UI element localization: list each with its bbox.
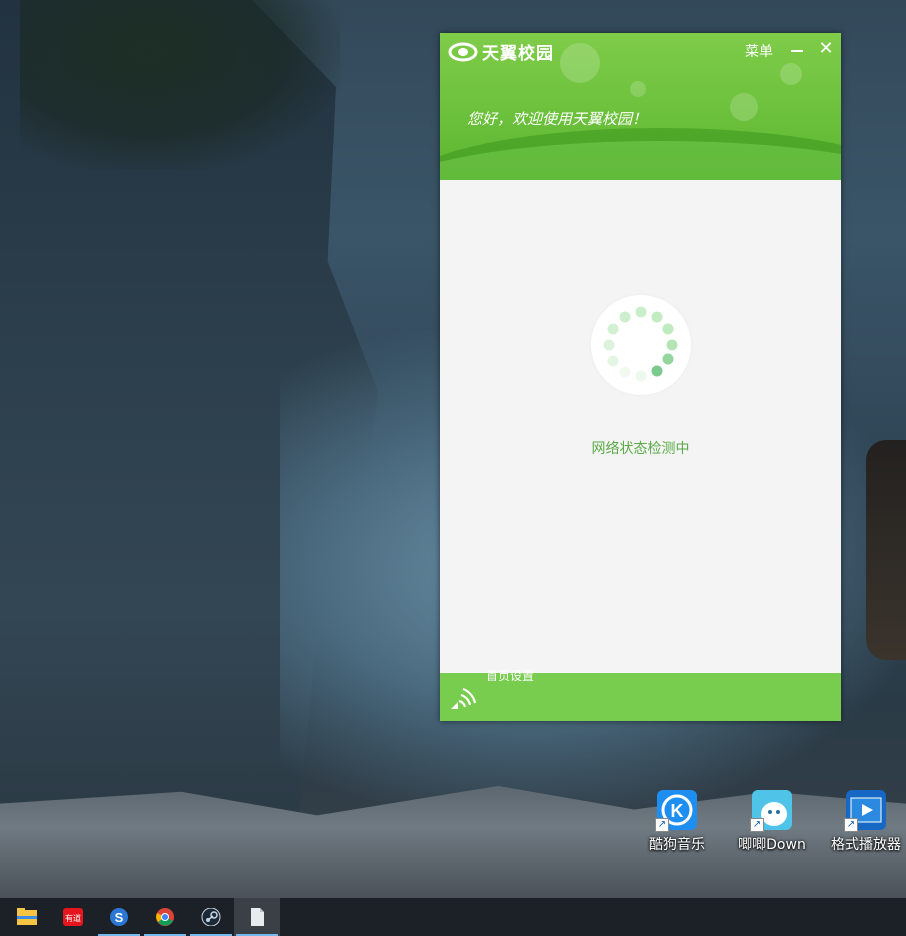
network-status-text: 网络状态检测中	[591, 441, 690, 457]
svg-text:S: S	[115, 910, 124, 925]
svg-text:有道: 有道	[65, 913, 81, 923]
minimize-button[interactable]	[789, 41, 805, 59]
logo-icon	[448, 42, 478, 61]
window-header: 天翼校园 菜单 ✕ 您好，欢迎使用天翼校园！	[440, 33, 841, 180]
chrome-icon	[156, 908, 174, 926]
taskbar-youdao[interactable]: 有道	[50, 898, 96, 936]
desktop-icon-jijidown[interactable]: ↗ 唧唧Down	[727, 790, 817, 862]
document-icon	[251, 908, 264, 926]
homepage-settings-link[interactable]: 首页设置	[486, 667, 534, 681]
welcome-message: 您好，欢迎使用天翼校园！	[467, 110, 648, 128]
taskbar: 有道 S	[0, 898, 906, 936]
desktop-icon-label: 酷狗音乐	[649, 837, 705, 853]
wallpaper-cliff	[0, 0, 378, 870]
kugou-music-icon: K ↗	[655, 790, 697, 832]
jijidown-icon: ↗	[750, 790, 792, 832]
taskbar-sogou-browser[interactable]: S	[96, 898, 142, 936]
format-player-icon: ↗	[844, 790, 886, 832]
svg-text:K: K	[671, 801, 684, 821]
wifi-signal-icon[interactable]	[449, 685, 477, 711]
window-footer: 首页设置	[440, 669, 841, 721]
desktop-icon-kugou[interactable]: K ↗ 酷狗音乐	[632, 790, 722, 862]
spinner-icon	[603, 306, 678, 382]
taskbar-steam[interactable]	[188, 898, 234, 936]
wallpaper-figure	[866, 440, 906, 660]
tianyi-campus-window: 天翼校园 菜单 ✕ 您好，欢迎使用天翼校园！ 网络状态检测中 首页设置	[440, 33, 841, 721]
close-button[interactable]: ✕	[817, 38, 835, 60]
file-explorer-icon	[17, 908, 37, 925]
desktop-icon-label: 唧唧Down	[738, 837, 806, 853]
app-title: 天翼校园	[482, 44, 554, 64]
steam-icon	[201, 908, 221, 926]
sogou-browser-icon: S	[110, 908, 128, 926]
taskbar-chrome[interactable]	[142, 898, 188, 936]
app-logo: 天翼校园	[448, 39, 554, 64]
taskbar-file-explorer[interactable]	[4, 898, 50, 936]
menu-button[interactable]: 菜单	[745, 41, 773, 61]
taskbar-document[interactable]	[234, 898, 280, 936]
desktop-icon-label: 格式播放器	[831, 837, 901, 853]
desktop-icon-format-player[interactable]: ↗ 格式播放器	[821, 790, 906, 862]
youdao-dictionary-icon: 有道	[63, 908, 83, 926]
wallpaper-foliage	[20, 0, 340, 170]
loading-spinner	[591, 295, 691, 395]
